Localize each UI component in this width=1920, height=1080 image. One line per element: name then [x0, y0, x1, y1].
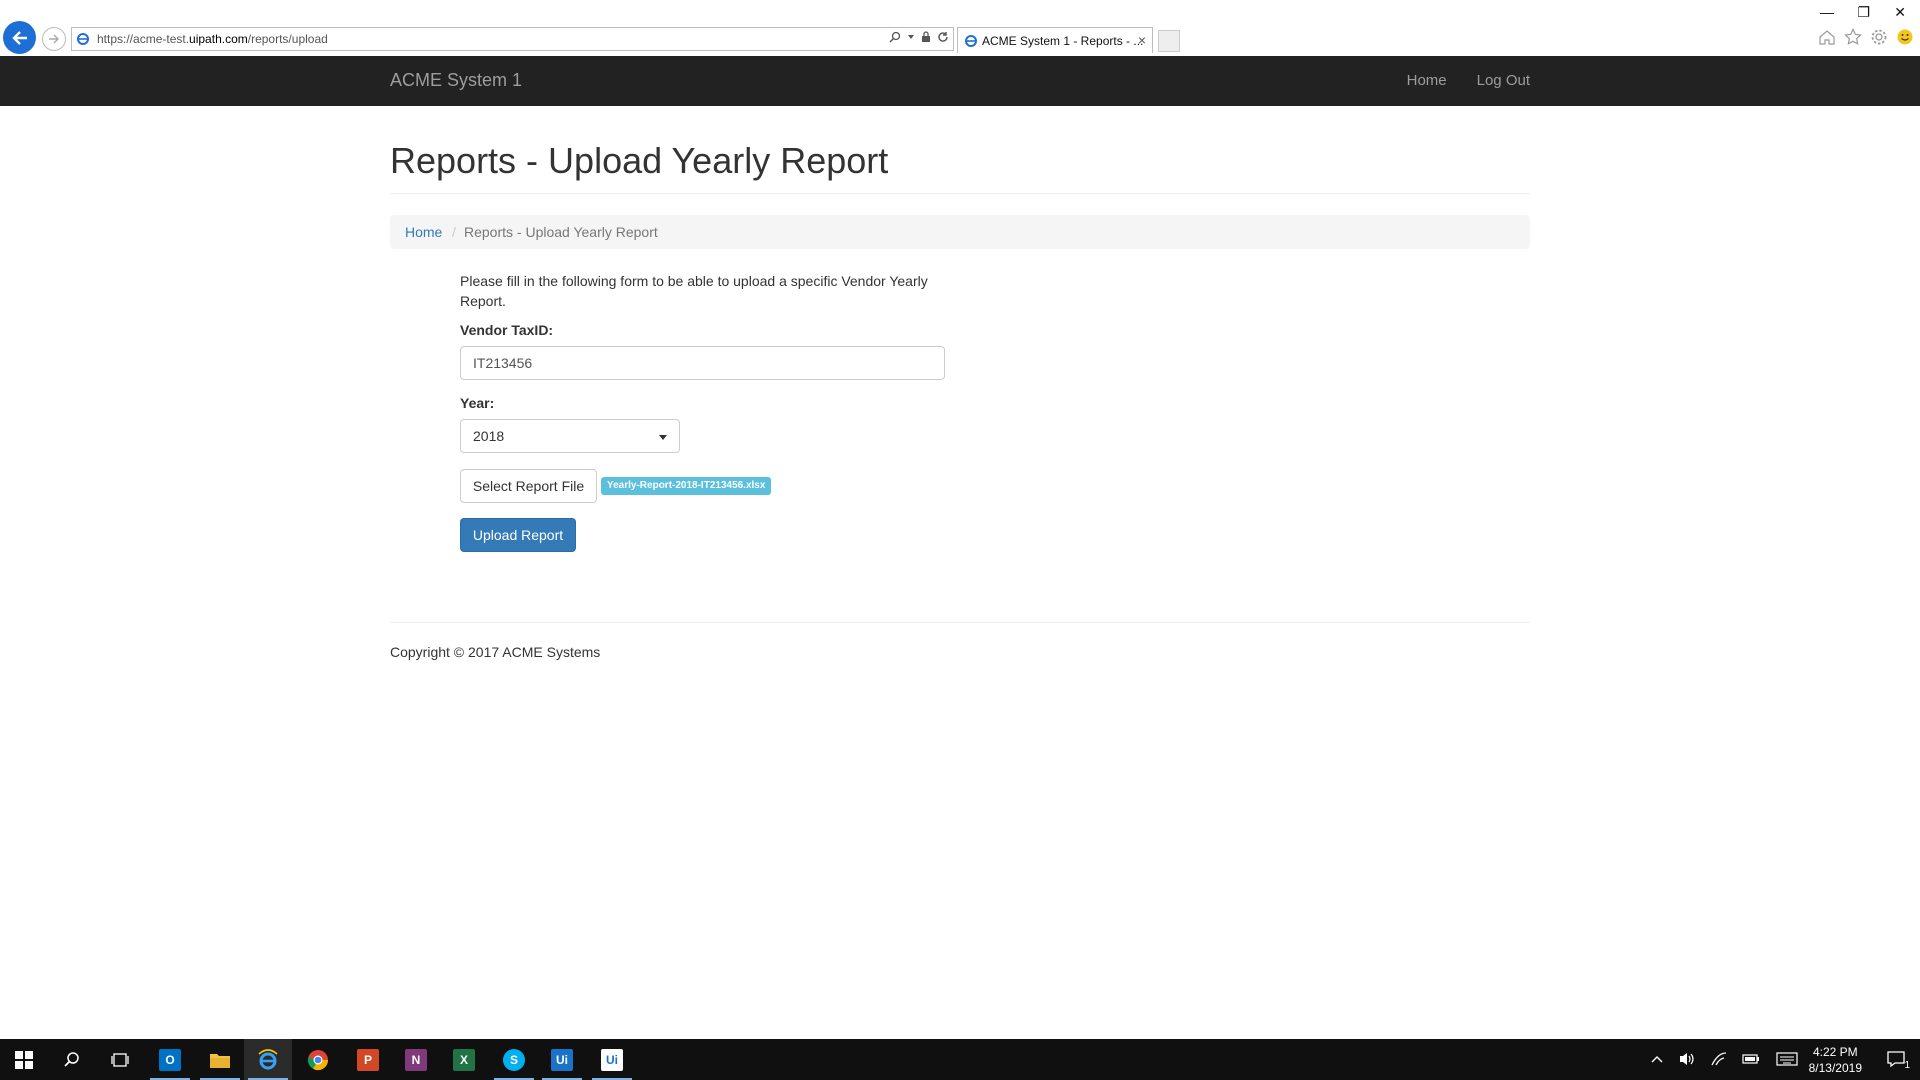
smiley-feedback-icon[interactable] [1896, 28, 1914, 46]
taskbar-chrome[interactable] [294, 1039, 342, 1080]
breadcrumb-current: Reports - Upload Yearly Report [464, 224, 658, 240]
favorites-star-icon[interactable] [1844, 28, 1862, 46]
selected-file-badge: Yearly-Report-2018-IT213456.xlsx [601, 477, 772, 495]
vendor-taxid-label: Vendor TaxID: [460, 322, 554, 338]
volume-icon[interactable] [1678, 1051, 1696, 1067]
dropdown-icon[interactable] [907, 33, 915, 41]
nav-logout-link[interactable]: Log Out [1477, 72, 1530, 89]
year-selected-value: 2018 [473, 428, 505, 444]
chrome-icon [307, 1049, 329, 1070]
excel-icon: X [453, 1048, 475, 1071]
tab-close-button[interactable]: × [1138, 32, 1146, 48]
new-tab-button[interactable] [1158, 30, 1180, 52]
action-center-button[interactable]: 1 [1886, 1049, 1910, 1071]
taskbar-clock[interactable]: 4:22 PM 8/13/2019 [1809, 1044, 1862, 1076]
taskbar-uipath-studio[interactable]: Ui [538, 1039, 586, 1080]
caret-down-icon [659, 435, 667, 440]
notification-count: 1 [1904, 1060, 1910, 1071]
start-button[interactable] [0, 1039, 48, 1080]
upload-report-button[interactable]: Upload Report [460, 518, 576, 552]
home-icon[interactable] [1818, 28, 1836, 46]
clock-date: 8/13/2019 [1808, 1061, 1862, 1075]
folder-icon [210, 1053, 230, 1068]
year-select[interactable]: 2018 [460, 419, 680, 453]
breadcrumb: Home / Reports - Upload Yearly Report [390, 215, 1530, 249]
uipath-robot-icon: Ui [601, 1048, 623, 1071]
chevron-up-icon[interactable] [1650, 1053, 1664, 1065]
taskbar-search-button[interactable] [48, 1039, 96, 1080]
minimize-button[interactable]: — [1820, 4, 1834, 20]
keyboard-icon[interactable] [1776, 1052, 1798, 1066]
address-bar[interactable]: https://acme-test.uipath.com/reports/upl… [71, 27, 954, 51]
year-label: Year: [460, 395, 495, 411]
arrow-left-icon [11, 30, 27, 45]
skype-icon: S [503, 1048, 525, 1071]
ie-tab-icon [965, 35, 977, 47]
breadcrumb-home-link[interactable]: Home [405, 224, 442, 240]
task-view-button[interactable] [96, 1039, 144, 1080]
arrow-right-icon [49, 34, 59, 44]
copyright-text: Copyright © 2017 ACME Systems [390, 644, 601, 660]
title-divider [390, 193, 1530, 194]
tab-title: ACME System 1 - Reports - ... [982, 34, 1144, 48]
taskbar-uipath-robot[interactable]: Ui [588, 1039, 636, 1080]
vendor-taxid-input[interactable] [460, 346, 945, 380]
browser-chrome: https://acme-test.uipath.com/reports/upl… [0, 0, 1920, 56]
uipath-studio-icon: Ui [551, 1048, 573, 1071]
taskbar-skype[interactable]: S [490, 1039, 538, 1080]
close-window-button[interactable]: ✕ [1894, 4, 1906, 21]
search-icon[interactable] [889, 31, 901, 43]
taskbar-powerpoint[interactable]: P [344, 1039, 392, 1080]
onenote-icon: N [405, 1048, 427, 1071]
url-text: https://acme-test.uipath.com/reports/upl… [97, 32, 328, 46]
outlook-icon: O [159, 1048, 181, 1071]
forward-button[interactable] [42, 27, 66, 51]
form-instructions: Please fill in the following form to be … [460, 273, 928, 309]
restore-button[interactable]: ❐ [1857, 4, 1870, 21]
nav-home-link[interactable]: Home [1407, 72, 1447, 89]
notification-icon [1887, 1051, 1905, 1068]
battery-icon[interactable] [1742, 1052, 1760, 1066]
search-icon [64, 1051, 79, 1067]
taskbar-file-explorer[interactable] [196, 1039, 244, 1080]
footer-divider [390, 622, 1530, 623]
windows-logo-icon [15, 1050, 33, 1069]
breadcrumb-separator: / [452, 224, 456, 240]
powerpoint-icon: P [357, 1048, 379, 1071]
site-navbar: ACME System 1 Home Log Out [0, 56, 1920, 106]
settings-gear-icon[interactable] [1870, 28, 1888, 46]
clock-time: 4:22 PM [1812, 1045, 1858, 1059]
nav-links: Home Log Out [1407, 72, 1530, 89]
taskbar-excel[interactable]: X [440, 1039, 488, 1080]
taskbar-onenote[interactable]: N [392, 1039, 440, 1080]
taskbar-internet-explorer[interactable] [244, 1039, 292, 1080]
network-icon[interactable] [1710, 1051, 1728, 1067]
internet-explorer-icon [258, 1048, 278, 1069]
taskbar-outlook[interactable]: O [146, 1039, 194, 1080]
brand-link[interactable]: ACME System 1 [390, 70, 522, 91]
page-title: Reports - Upload Yearly Report [390, 140, 889, 181]
select-report-file-button[interactable]: Select Report File [460, 469, 597, 503]
back-button[interactable] [3, 21, 36, 54]
lock-icon[interactable] [921, 31, 931, 43]
windows-taskbar: O P N X S Ui Ui 4:22 PM 8/13/2019 1 [0, 1039, 1920, 1080]
browser-tab[interactable]: ACME System 1 - Reports - ... × [957, 27, 1153, 53]
task-view-icon [111, 1052, 129, 1067]
ie-page-icon [77, 33, 89, 45]
refresh-icon[interactable] [937, 31, 949, 43]
